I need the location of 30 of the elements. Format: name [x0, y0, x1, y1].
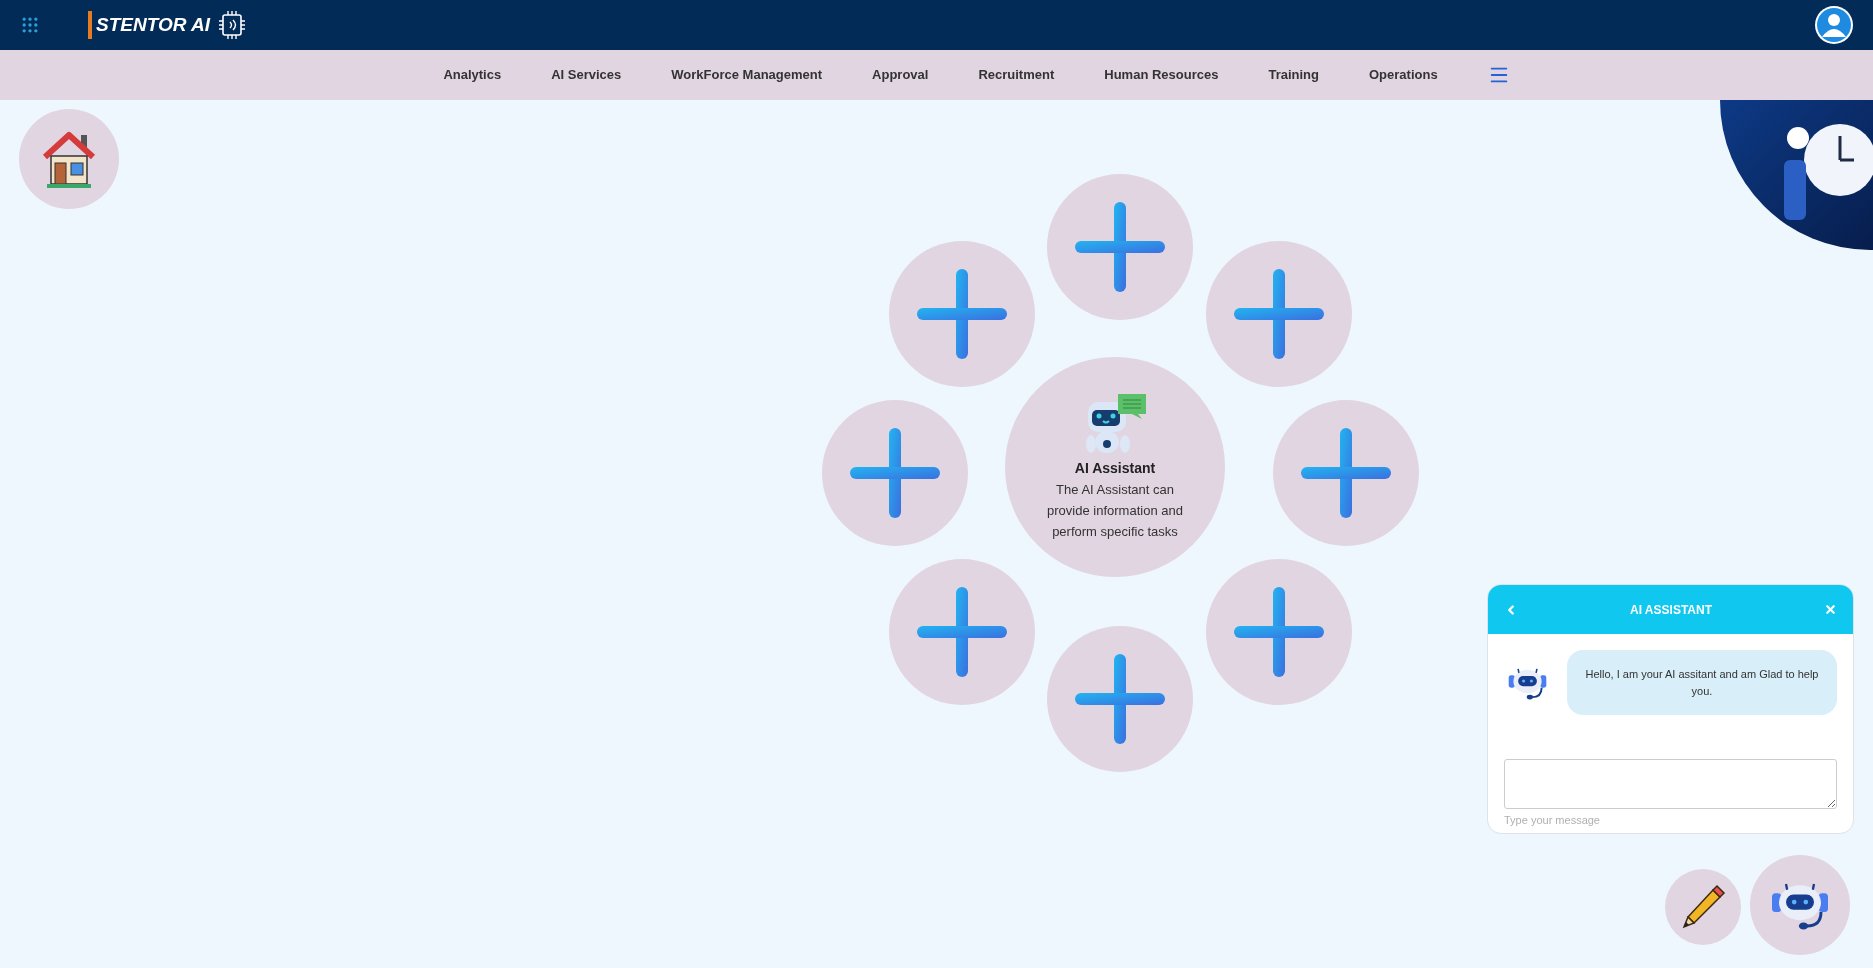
house-icon: [41, 129, 97, 189]
nav-link[interactable]: Recruitment: [978, 65, 1055, 85]
chip-icon: [218, 10, 246, 40]
assistant-title: AI Assistant: [1074, 459, 1156, 478]
pencil-icon: [1680, 884, 1726, 930]
user-avatar-icon[interactable]: [1815, 6, 1853, 44]
plus-icon: [1234, 587, 1324, 677]
message-input[interactable]: [1504, 759, 1837, 809]
nav-link[interactable]: AI Services: [551, 65, 622, 85]
nav-link[interactable]: Operations: [1369, 65, 1438, 85]
brand-logo[interactable]: STENTOR AI: [88, 10, 210, 40]
plus-icon: [1234, 269, 1324, 359]
chat-title: AI ASSISTANT: [1630, 601, 1712, 619]
nav-link[interactable]: Approval: [872, 65, 929, 85]
plus-icon: [1075, 202, 1165, 292]
input-hint: Type your message: [1504, 813, 1601, 828]
assistant-card[interactable]: AI Assistant The AI Assistant can provide information and perform specific tasks: [1005, 357, 1225, 577]
nav-link[interactable]: WorkForce Management: [671, 65, 823, 85]
plus-icon: [917, 587, 1007, 677]
nav-link[interactable]: Training: [1268, 65, 1319, 85]
chat-message-bubble: Hello, I am your AI assitant and am Glad to help you.: [1567, 650, 1837, 715]
nav-link[interactable]: Analytics: [443, 65, 502, 85]
plus-icon: [917, 269, 1007, 359]
plus-icon: [850, 428, 940, 518]
assistant-description: The AI Assistant can provide information and perform specific tasks: [1046, 481, 1184, 541]
close-icon[interactable]: [1824, 603, 1837, 616]
nav-link[interactable]: Human Resources: [1104, 65, 1219, 85]
plus-icon: [1075, 654, 1165, 744]
plus-icon: [1301, 428, 1391, 518]
apps-grid-icon[interactable]: [20, 15, 40, 35]
